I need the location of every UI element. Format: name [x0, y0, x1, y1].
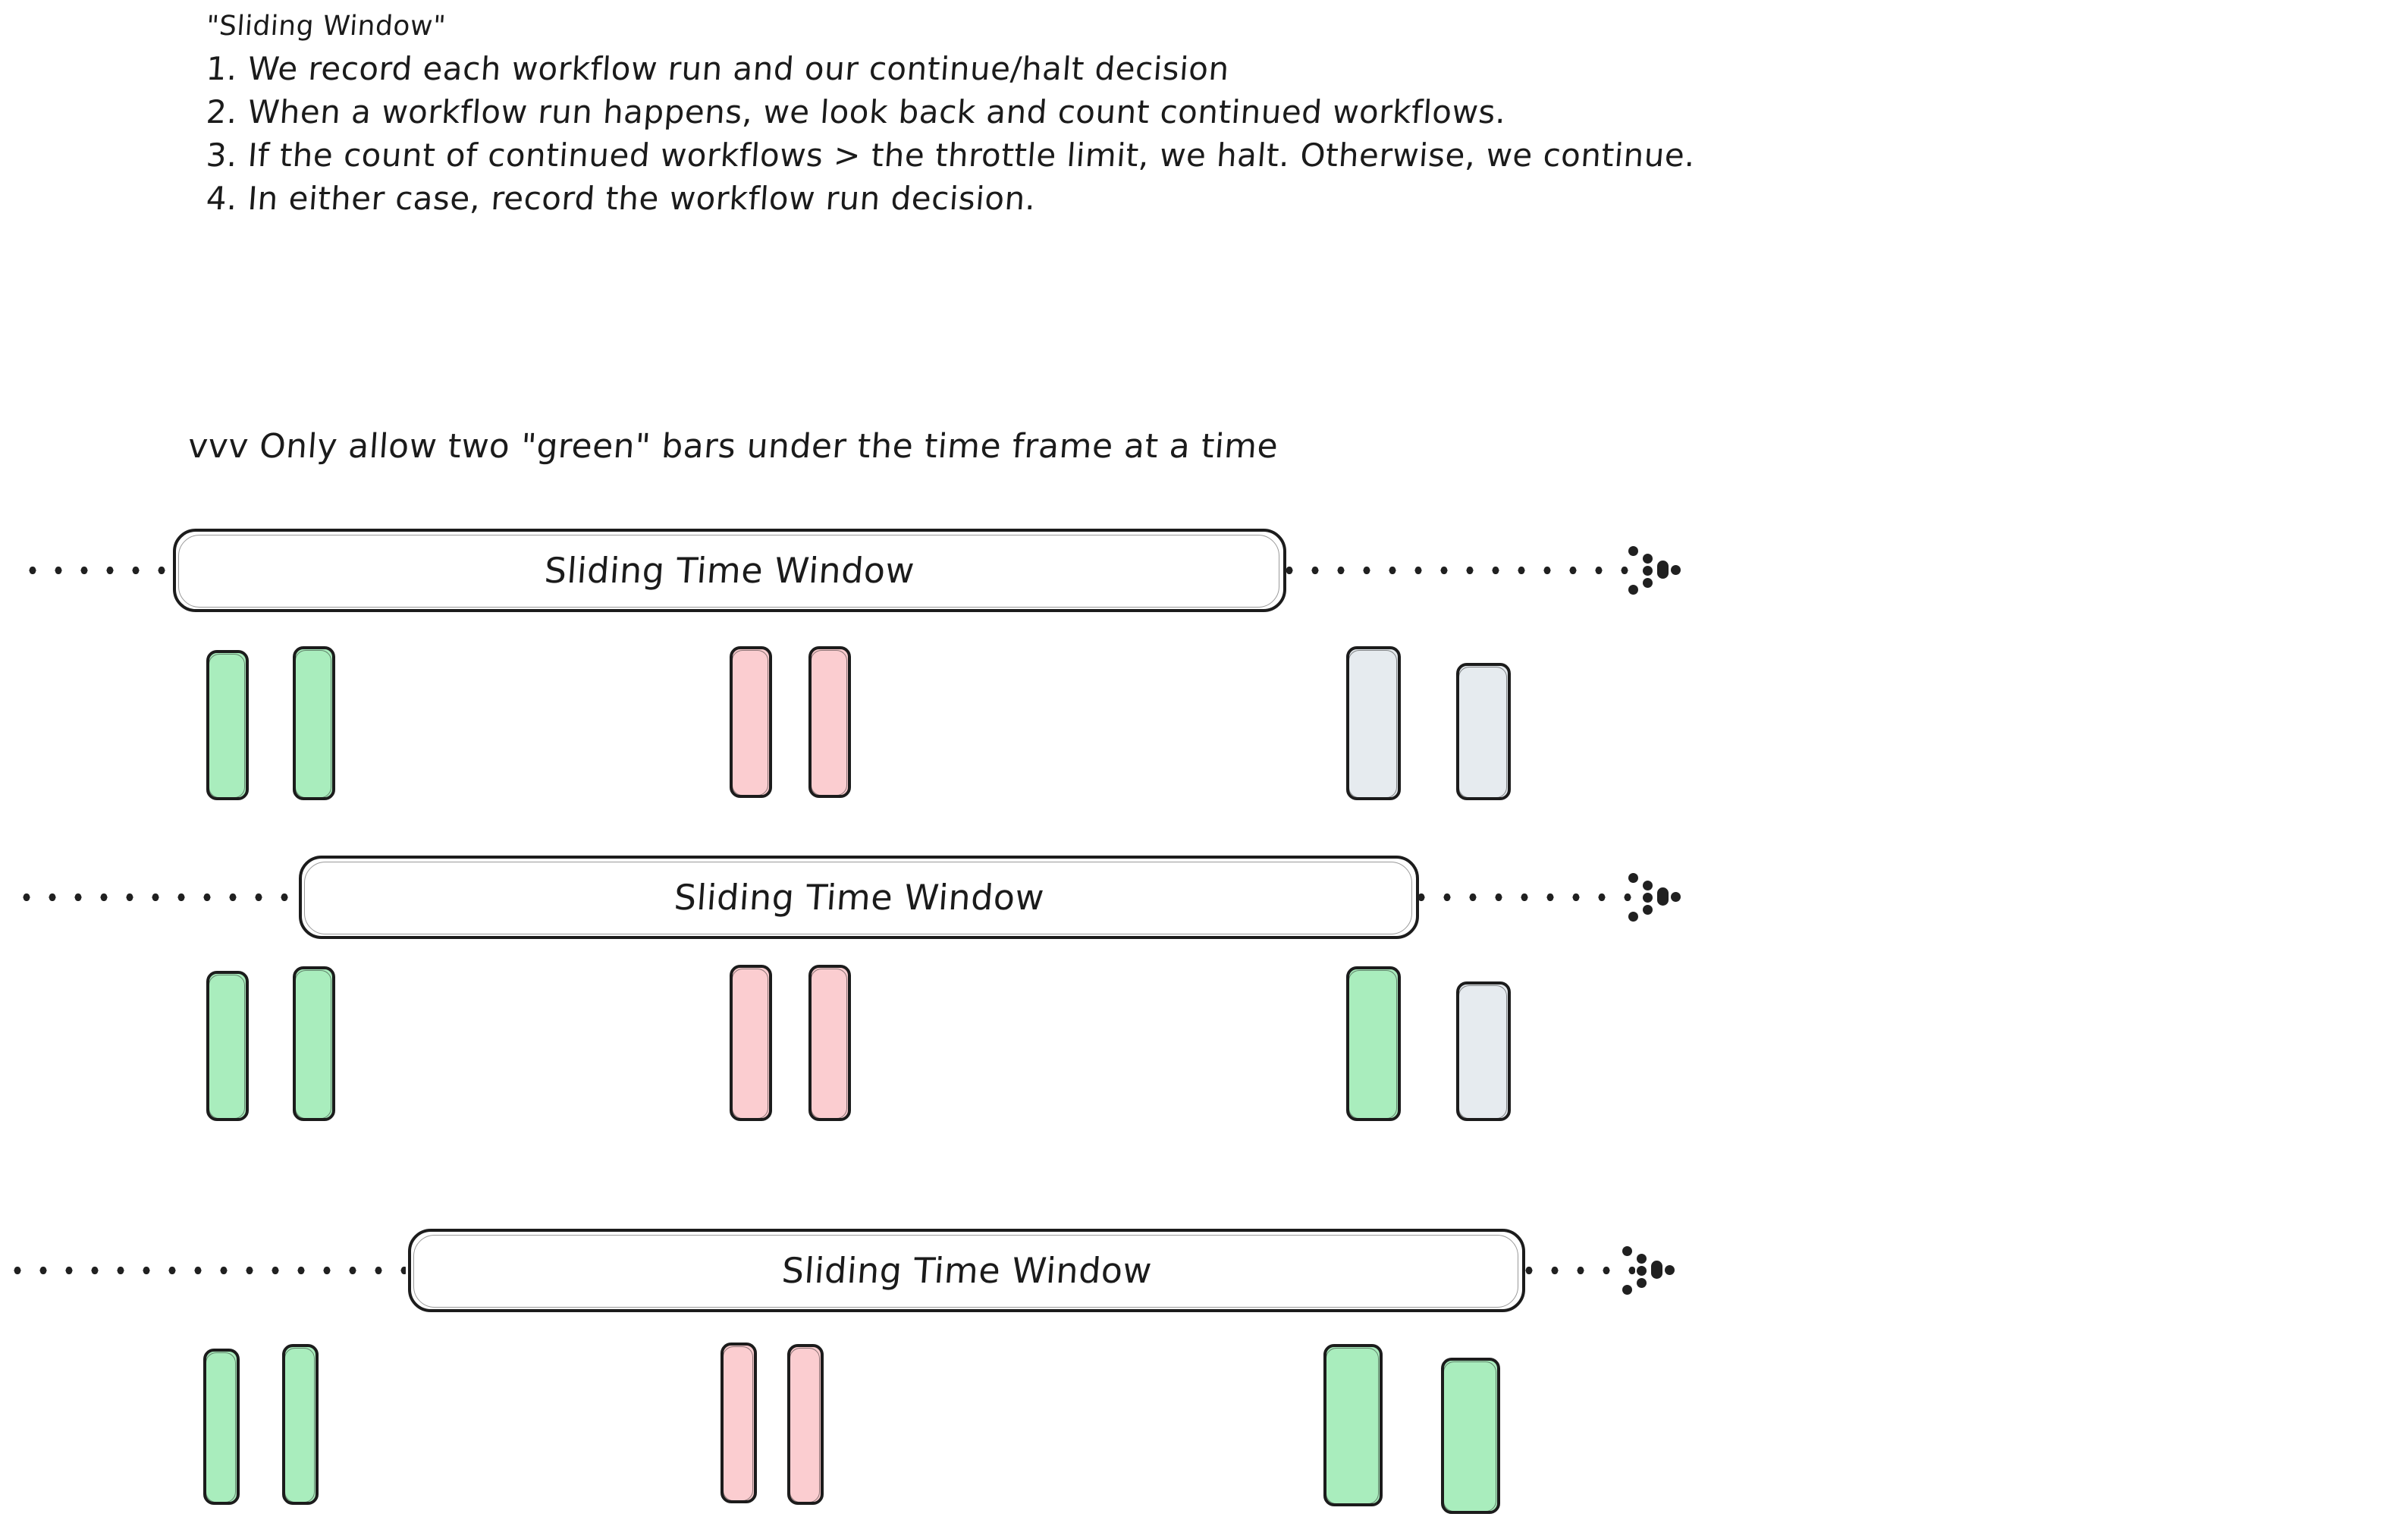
workflow-run-bar-green[interactable]	[1346, 966, 1401, 1121]
sliding-time-window-box[interactable]: Sliding Time Window	[299, 856, 1419, 939]
callout-text: vvv Only allow two "green" bars under th…	[187, 427, 1280, 466]
timeline-arrow-icon	[1627, 542, 1681, 599]
workflow-run-bar-green[interactable]	[1323, 1344, 1383, 1506]
notes-line-2: 2. When a workflow run happens, we look …	[205, 93, 1508, 130]
workflow-run-bar-green[interactable]	[203, 1349, 240, 1505]
workflow-run-bar-red[interactable]	[808, 965, 851, 1121]
timeline-rail-right	[1523, 1265, 1635, 1276]
notes-line-1: 1. We record each workflow run and our c…	[205, 50, 1231, 87]
workflow-run-bar-green[interactable]	[1441, 1358, 1500, 1514]
sliding-time-window-box[interactable]: Sliding Time Window	[173, 529, 1286, 612]
workflow-run-bar-red[interactable]	[808, 646, 851, 798]
workflow-run-bar-green[interactable]	[293, 646, 335, 800]
sliding-time-window-box[interactable]: Sliding Time Window	[408, 1229, 1525, 1312]
timeline-rail-right	[1415, 892, 1643, 903]
timeline-rail-left	[20, 892, 300, 903]
workflow-run-bar-red[interactable]	[730, 965, 772, 1121]
workflow-run-bar-green[interactable]	[206, 971, 249, 1121]
sliding-time-window-label: Sliding Time Window	[672, 877, 1046, 918]
workflow-run-bar-green[interactable]	[206, 650, 249, 800]
workflow-run-bar-green[interactable]	[282, 1344, 319, 1505]
workflow-run-bar-red[interactable]	[730, 646, 772, 798]
timeline-rail-right	[1283, 565, 1641, 576]
workflow-run-bar-gray[interactable]	[1346, 646, 1401, 800]
notes-line-4: 4. In either case, record the workflow r…	[205, 180, 1038, 217]
workflow-run-bar-gray[interactable]	[1456, 663, 1511, 800]
timeline-rail-left	[11, 1265, 406, 1276]
notes-line-3: 3. If the count of continued workflows >…	[205, 137, 1697, 174]
workflow-run-bar-red[interactable]	[721, 1343, 757, 1503]
notes-title: "Sliding Window"	[205, 11, 447, 42]
workflow-run-bar-green[interactable]	[293, 966, 335, 1121]
sliding-time-window-label: Sliding Time Window	[780, 1250, 1154, 1291]
workflow-run-bar-gray[interactable]	[1456, 981, 1511, 1121]
sliding-time-window-label: Sliding Time Window	[543, 550, 916, 591]
timeline-rail-left	[27, 565, 178, 576]
timeline-arrow-icon	[1627, 868, 1681, 926]
notes-block: "Sliding Window" 1. We record each workf…	[205, 6, 2330, 220]
workflow-run-bar-red[interactable]	[787, 1344, 824, 1505]
timeline-arrow-icon	[1621, 1242, 1675, 1299]
